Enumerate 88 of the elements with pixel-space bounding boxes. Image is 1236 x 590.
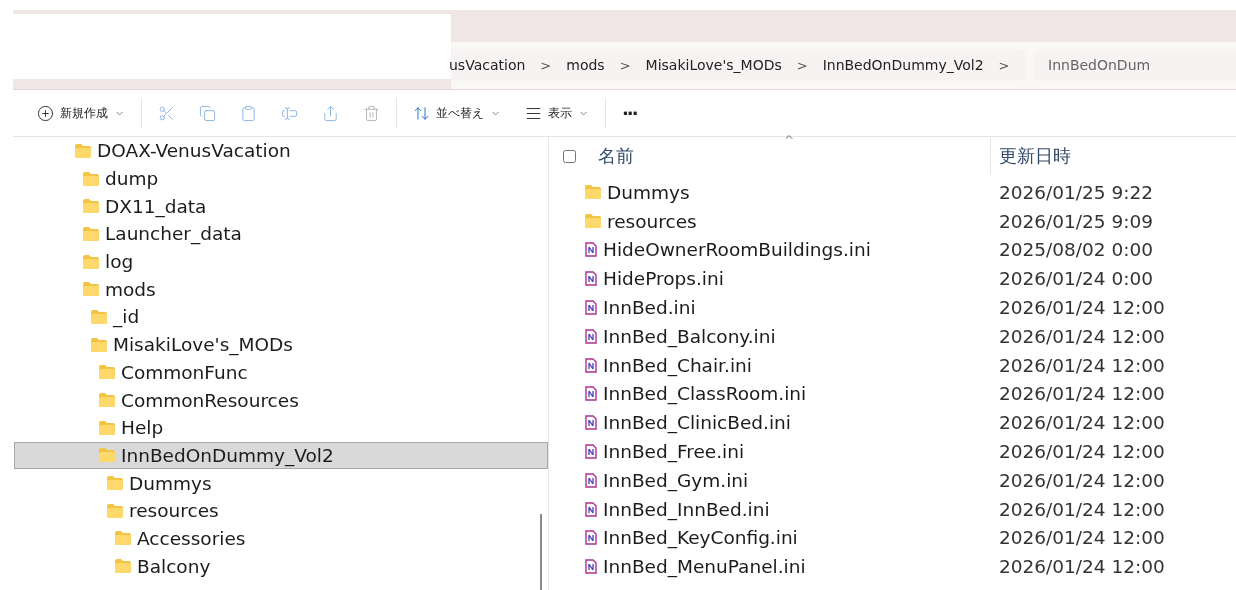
- date-cell-text: 2026/01/24 12:00: [998, 498, 1166, 520]
- file-name[interactable]: HideOwnerRoomBuildings.ini: [603, 239, 990, 261]
- tree-item[interactable]: Balcony: [14, 552, 548, 580]
- file-name[interactable]: Dummys: [607, 181, 990, 203]
- tree-item[interactable]: Help: [14, 413, 548, 442]
- sort-button[interactable]: 並べ替え: [401, 96, 513, 130]
- folder-icon: [83, 171, 99, 186]
- file-name[interactable]: InnBed_ClinicBed.ini: [603, 412, 990, 434]
- more-button[interactable]: ···: [610, 96, 649, 130]
- view-button[interactable]: 表示: [513, 96, 601, 130]
- scrollbar[interactable]: [540, 514, 542, 590]
- file-name[interactable]: InnBed_Gym.ini: [603, 469, 990, 491]
- breadcrumb-separator: >: [540, 57, 552, 73]
- tree-item[interactable]: Accessories: [14, 524, 548, 553]
- folder-icon: [83, 282, 99, 297]
- breadcrumb-item[interactable]: InnBedOnDummy_Vol2: [822, 57, 984, 73]
- tree-item[interactable]: CommonResources: [14, 386, 548, 414]
- date-cell-text: 2026/01/24 0:00: [998, 268, 1155, 290]
- search-field[interactable]: InnBedOnDum: [1034, 49, 1236, 81]
- breadcrumb-item[interactable]: usVacation: [449, 57, 526, 73]
- date-cell-text: 2026/01/24 12:00: [998, 383, 1166, 405]
- tree-item[interactable]: mods: [14, 275, 548, 304]
- file-name[interactable]: HideProps.ini: [603, 268, 990, 290]
- date-cell-text: 2026/01/24 12:00: [998, 441, 1166, 463]
- folder-icon: [115, 531, 131, 546]
- date-cell-text: 2026/01/24 12:00: [998, 527, 1166, 549]
- folder-icon: [585, 185, 601, 200]
- tree-item[interactable]: Dummys: [14, 469, 548, 497]
- date-cell-text: 2026/01/24 12:00: [998, 354, 1166, 376]
- date-cell-text: 2026/01/24 12:00: [998, 297, 1166, 319]
- file-name[interactable]: InnBed_ClassRoom.ini: [603, 383, 990, 405]
- breadcrumb-item[interactable]: mods: [566, 57, 605, 73]
- date-cell-text: 2026/01/25 9:22: [998, 181, 1155, 203]
- folder-icon: [91, 337, 107, 352]
- file-name[interactable]: InnBed_Free.ini: [603, 441, 990, 463]
- delete-icon: [363, 104, 380, 122]
- breadcrumb-item[interactable]: MisakiLove's_MODs: [645, 57, 782, 73]
- tree-item[interactable]: InnBedOnDummy_Vol2: [14, 441, 548, 470]
- tree-item[interactable]: resources: [14, 496, 548, 525]
- breadcrumb-separator: >: [796, 57, 808, 73]
- tree-item[interactable]: CommonFunc: [14, 358, 548, 387]
- select-all-checkbox[interactable]: [563, 149, 576, 163]
- file-name[interactable]: InnBed.ini: [603, 297, 990, 319]
- tree-item[interactable]: log: [14, 247, 548, 276]
- folder-icon: [75, 143, 91, 158]
- date-cell-text: 2026/01/24 12:00: [998, 412, 1166, 434]
- folder-icon: [83, 254, 99, 269]
- address-bar[interactable]: usVacation > mods > MisakiLove's_MODs > InnBedOnDummy_Vol2 >: [451, 49, 1026, 81]
- folder-icon: [99, 448, 115, 463]
- copy-icon: [199, 104, 216, 122]
- date-cell-text: 2026/01/24 12:00: [998, 556, 1166, 578]
- tree-item[interactable]: _id: [14, 303, 548, 331]
- file-name[interactable]: InnBed_InnBed.ini: [603, 498, 990, 520]
- add-icon: [37, 104, 54, 122]
- file-name[interactable]: InnBed_Balcony.ini: [603, 325, 990, 347]
- folder-icon: [83, 199, 99, 214]
- tree-item[interactable]: DOAX-VenusVacation: [14, 137, 548, 165]
- paste-icon: [240, 104, 257, 122]
- folder-icon: [99, 365, 115, 380]
- folder-icon: [585, 214, 601, 229]
- date-cell-text: 2026/01/25 9:09: [998, 210, 1155, 232]
- folder-icon: [91, 309, 107, 324]
- tree-item[interactable]: Launcher_data: [14, 220, 548, 248]
- date-cell-text: 2025/08/02 0:00: [998, 239, 1155, 261]
- file-name[interactable]: InnBed_Chair.ini: [603, 354, 990, 376]
- tree-item[interactable]: DX11_data: [14, 192, 548, 221]
- folder-icon: [99, 420, 115, 435]
- file-name[interactable]: resources: [607, 210, 990, 232]
- date-cell-text: 2026/01/24 12:00: [998, 325, 1166, 347]
- breadcrumb-separator: >: [619, 57, 631, 73]
- folder-icon: [99, 393, 115, 408]
- cut-icon: [158, 104, 175, 122]
- breadcrumb-separator: >: [998, 57, 1010, 73]
- folder-icon: [107, 503, 123, 518]
- sort-icon: [413, 104, 430, 122]
- rename-icon: [281, 104, 298, 122]
- folder-icon: [115, 559, 131, 574]
- file-name[interactable]: InnBed_KeyConfig.ini: [603, 527, 990, 549]
- share-icon: [322, 104, 339, 122]
- folder-icon: [83, 226, 99, 241]
- file-name[interactable]: InnBed_MenuPanel.ini: [603, 556, 990, 578]
- tree-item[interactable]: MisakiLove's_MODs: [14, 330, 548, 359]
- folder-icon: [107, 476, 123, 491]
- tree-item[interactable]: dump: [14, 164, 548, 193]
- column-header[interactable]: 更新日時: [990, 138, 1236, 174]
- new-button[interactable]: 新規作成: [25, 96, 137, 130]
- date-cell-text: 2026/01/24 12:00: [998, 469, 1166, 491]
- column-header[interactable]: 名前: [598, 144, 634, 168]
